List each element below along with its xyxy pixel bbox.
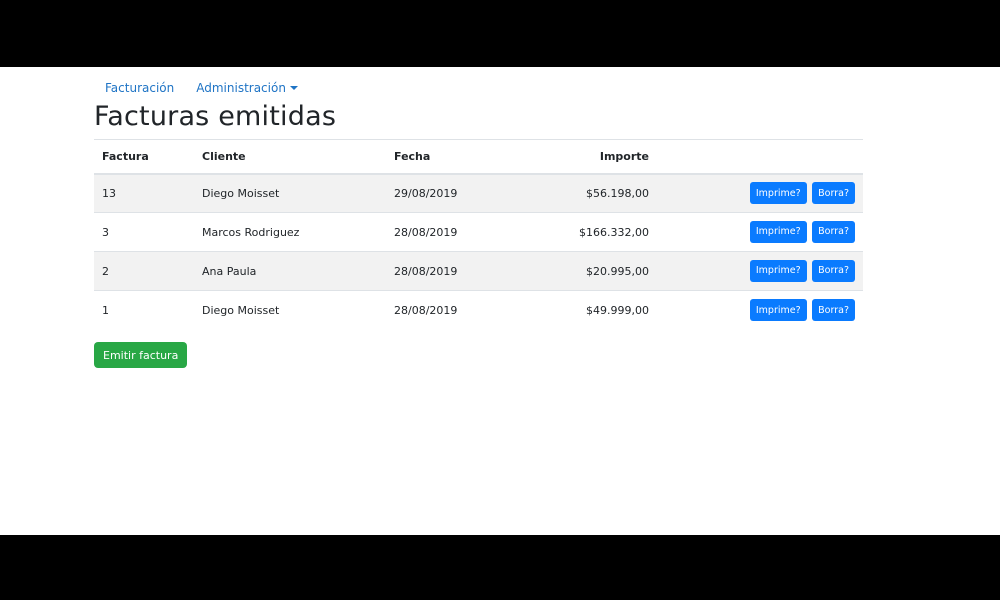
table-header: Factura Cliente Fecha Importe [94,139,863,175]
table-row: 3 Marcos Rodriguez 28/08/2019 $166.332,0… [94,212,863,252]
cell-actions: Imprime? Borra? [657,212,863,252]
nav-link-facturacion[interactable]: Facturación [94,81,185,95]
cell-fecha: 28/08/2019 [386,290,506,330]
cell-importe: $56.198,00 [506,173,657,213]
delete-button[interactable]: Borra? [812,299,855,322]
table-row: 1 Diego Moisset 28/08/2019 $49.999,00 Im… [94,290,863,330]
header-actions [657,139,863,175]
header-fecha: Fecha [386,139,506,175]
table-row: 13 Diego Moisset 29/08/2019 $56.198,00 I… [94,173,863,213]
top-nav: Facturación Administración [94,79,309,97]
cell-importe: $166.332,00 [506,212,657,252]
cell-actions: Imprime? Borra? [657,251,863,291]
table-header-row: Factura Cliente Fecha Importe [94,139,863,175]
cell-actions: Imprime? Borra? [657,290,863,330]
header-cliente: Cliente [194,139,386,175]
cell-factura: 2 [94,251,194,291]
cell-fecha: 29/08/2019 [386,173,506,213]
delete-button[interactable]: Borra? [812,260,855,282]
print-button[interactable]: Imprime? [749,260,807,282]
cell-factura: 3 [94,212,194,252]
header-factura: Factura [94,139,194,175]
header-importe: Importe [506,139,657,175]
invoices-table: Factura Cliente Fecha Importe 13 Diego M… [94,139,863,330]
invoices-table-wrapper: Factura Cliente Fecha Importe 13 Diego M… [94,139,863,330]
delete-button[interactable]: Borra? [812,182,855,205]
cell-cliente: Diego Moisset [194,290,386,330]
cell-fecha: 28/08/2019 [386,212,506,252]
letterbox-top [0,0,1000,67]
cell-factura: 13 [94,173,194,213]
cell-actions: Imprime? Borra? [657,173,863,213]
table-row: 2 Ana Paula 28/08/2019 $20.995,00 Imprim… [94,251,863,291]
cell-cliente: Ana Paula [194,251,386,291]
cell-fecha: 28/08/2019 [386,251,506,291]
letterbox-bottom [0,535,1000,600]
cell-importe: $49.999,00 [506,290,657,330]
table-body: 13 Diego Moisset 29/08/2019 $56.198,00 I… [94,173,863,330]
cell-factura: 1 [94,290,194,330]
print-button[interactable]: Imprime? [749,182,807,205]
print-button[interactable]: Imprime? [749,221,807,243]
nav-dropdown-administracion[interactable]: Administración [185,81,309,95]
cell-cliente: Marcos Rodriguez [194,212,386,252]
caret-down-icon [289,86,298,90]
delete-button[interactable]: Borra? [812,221,855,243]
page: Facturación Administración Facturas emit… [0,67,1000,535]
print-button[interactable]: Imprime? [749,299,807,322]
page-title: Facturas emitidas [94,101,337,132]
emit-invoice-button[interactable]: Emitir factura [94,342,188,368]
cell-cliente: Diego Moisset [194,173,386,213]
nav-dropdown-label: Administración [196,81,286,95]
cell-importe: $20.995,00 [506,251,657,291]
